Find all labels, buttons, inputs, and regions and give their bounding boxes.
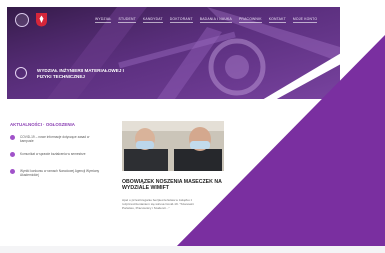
news-list-item[interactable]: Wyniki konkursu w ramach Narodowej Agenc… [10, 169, 102, 177]
nav-item-doktorant[interactable]: Doktorant [169, 17, 193, 23]
faculty-logo-icon [15, 67, 27, 79]
poland-emblem-icon [36, 13, 47, 27]
article-photo[interactable] [122, 121, 224, 171]
article-photo-people [122, 121, 224, 171]
university-logo-icon[interactable] [15, 13, 29, 27]
news-bullet-icon [10, 169, 15, 174]
news-bullet-icon [10, 152, 15, 157]
news-list-item[interactable]: Komunikat w sprawie kształcenia w semest… [10, 152, 102, 157]
nav-item-moje-konto[interactable]: Moje Konto [292, 17, 318, 23]
faculty-title[interactable]: Wydział Inżynierii Materiałowej i Fizyki… [37, 68, 157, 80]
nav-item-kontakt[interactable]: Kontakt [268, 17, 286, 23]
nav-item-pracownik[interactable]: Pracownik [238, 17, 262, 23]
article-excerpt: Apel o przestrzeganie bezpieczeństwa w z… [122, 198, 194, 211]
news-heading: Aktualności · Ogłoszenia [10, 122, 75, 127]
news-bullet-icon [10, 135, 15, 140]
top-navigation-bar: Wydział Student Kandydat Doktorant Badan… [7, 7, 340, 33]
screenshot-frame: Wydział Student Kandydat Doktorant Badan… [0, 0, 385, 253]
main-nav: Wydział Student Kandydat Doktorant Badan… [95, 17, 318, 23]
faculty-header: Wydział Inżynierii Materiałowej i Fizyki… [7, 60, 340, 88]
nav-item-kandydat[interactable]: Kandydat [142, 17, 163, 23]
nav-item-wydzial[interactable]: Wydział [95, 17, 112, 23]
article-title[interactable]: Obowiązek noszenia maseczek na Wydziale … [122, 179, 227, 191]
news-list-item[interactable]: COVID-19 – nowe informacje dotyczące zas… [10, 135, 102, 143]
nav-item-student[interactable]: Student [118, 17, 136, 23]
website-page: Wydział Student Kandydat Doktorant Badan… [0, 0, 385, 253]
nav-item-badania[interactable]: Badania i Nauka [199, 17, 232, 23]
